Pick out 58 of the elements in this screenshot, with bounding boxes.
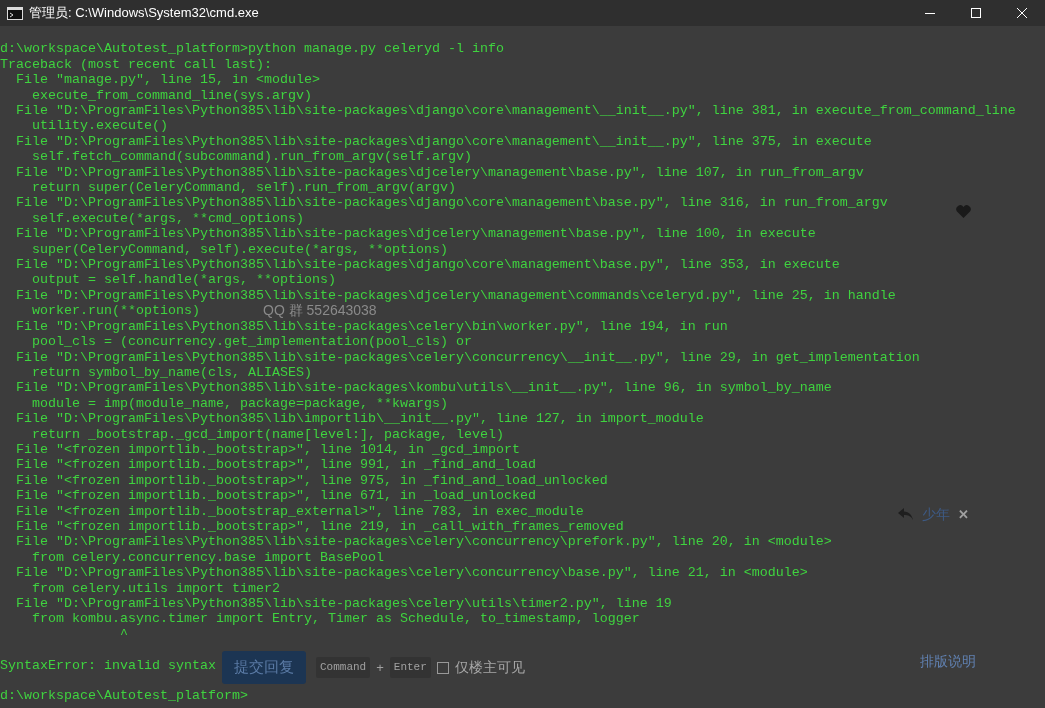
qq-group-text: QQ 群 552643038 bbox=[263, 303, 377, 319]
console-line: File "D:\ProgramFiles\Python385\lib\site-packages\celery\concurrency\base.py", line 21, in <module> bbox=[15, 565, 808, 581]
window-title: 管理员: C:\Windows\System32\cmd.exe bbox=[29, 4, 259, 23]
console-line: File "D:\ProgramFiles\Python385\lib\site-packages\celery\concurrency\prefork.py", line 20, in <module> bbox=[15, 534, 832, 550]
console-line: from celery.concurrency.base import BasePool bbox=[31, 549, 384, 565]
console-line: worker.run(**options) bbox=[31, 303, 200, 319]
console-line: from kombu.async.timer import Entry, Timer as Schedule, to_timestamp, logger bbox=[31, 611, 640, 627]
console-line: File "<frozen importlib._bootstrap>", line 991, in _find_and_load bbox=[15, 457, 536, 473]
heart-icon bbox=[956, 205, 971, 218]
submit-reply-button[interactable]: 提交回复 bbox=[222, 651, 306, 684]
console-line: File "manage.py", line 15, in <module> bbox=[15, 72, 320, 88]
console-line: File "<frozen importlib._bootstrap>", line 671, in _load_unlocked bbox=[15, 488, 536, 504]
shortcut-key: Command bbox=[316, 657, 371, 678]
reply-to-name[interactable]: 少年 bbox=[922, 504, 950, 525]
console-line: d:\workspace\Autotest_platform>python manage.py celeryd -l info bbox=[0, 41, 504, 57]
console-line: utility.execute() bbox=[31, 118, 168, 134]
console-line: return super(CeleryCommand, self).run_from_argv(argv) bbox=[31, 180, 456, 196]
console-line: execute_from_command_line(sys.argv) bbox=[31, 87, 312, 103]
console-line: File "<frozen importlib._bootstrap>", line 975, in _find_and_load_unlocked bbox=[15, 472, 608, 488]
plus-sign: + bbox=[376, 658, 384, 677]
console-line: module = imp(module_name, package=package, **kwargs) bbox=[31, 395, 448, 411]
console-line: File "<frozen importlib._bootstrap>", line 1014, in _gcd_import bbox=[15, 441, 520, 457]
close-icon bbox=[1017, 8, 1027, 18]
console-line: File "D:\ProgramFiles\Python385\lib\importlib\__init__.py", line 127, in import_module bbox=[15, 411, 704, 427]
console-line: File "D:\ProgramFiles\Python385\lib\site-packages\celery\utils\timer2.py", line 19 bbox=[15, 596, 672, 611]
console-line: from celery.utils import timer2 bbox=[31, 580, 280, 596]
console-line: Traceback (most recent call last): bbox=[0, 56, 272, 72]
console-line: return _bootstrap._gcd_import(name[level:], package, level) bbox=[31, 426, 504, 442]
console-line: File "D:\ProgramFiles\Python385\lib\site-packages\django\core\management\__init__.py", line 381, in execute_from_command_line bbox=[15, 103, 1016, 118]
console-line: File "D:\ProgramFiles\Python385\lib\site-packages\django\core\management\base.py", line 353, in execute bbox=[15, 257, 840, 273]
console-line: File "D:\ProgramFiles\Python385\lib\site-packages\django\core\management\base.py", line 316, in run_from_argv bbox=[15, 195, 888, 211]
console-line: File "<frozen importlib._bootstrap_external>", line 783, in exec_module bbox=[15, 503, 584, 519]
console-line: d:\workspace\Autotest_platform> bbox=[0, 688, 248, 704]
format-help-link[interactable]: 排版说明 bbox=[920, 651, 976, 672]
cancel-reply-button[interactable]: ✕ bbox=[958, 508, 969, 521]
console-line: SyntaxError: invalid syntax bbox=[0, 657, 216, 673]
console-line: File "D:\ProgramFiles\Python385\lib\site-packages\celery\concurrency\__init__.py", line 29, in get_implementation bbox=[15, 349, 920, 365]
owner-only-label[interactable]: 仅楼主可见 bbox=[454, 657, 525, 678]
console-line: File "D:\ProgramFiles\Python385\lib\site-packages\djcelery\management\commands\celeryd.py", line 25, in handle bbox=[15, 287, 896, 303]
console-icon bbox=[7, 6, 23, 20]
console-line: File "D:\ProgramFiles\Python385\lib\site-packages\django\core\management\__init__.py", line 375, in execute bbox=[15, 133, 872, 149]
shortcut-key: Enter bbox=[389, 657, 431, 678]
console-line: File "D:\ProgramFiles\Python385\lib\site-packages\kombu\utils\__init__.py", line 96, in symbol_by_name bbox=[15, 380, 832, 396]
console-line: return symbol_by_name(cls, ALIASES) bbox=[31, 364, 312, 380]
reply-icon bbox=[898, 508, 914, 521]
console-line: output = self.handle(*args, **options) bbox=[31, 272, 336, 288]
console-line: pool_cls = (concurrency.get_implementation(pool_cls) or bbox=[31, 334, 472, 350]
console-line: ^ bbox=[118, 626, 128, 642]
console-line: File "<frozen importlib._bootstrap>", line 219, in _call_with_frames_removed bbox=[15, 519, 624, 534]
console-line: self.execute(*args, **cmd_options) bbox=[31, 210, 304, 226]
console-line: File "D:\ProgramFiles\Python385\lib\site-packages\djcelery\management\base.py", line 107, in run_from_argv bbox=[15, 164, 864, 180]
console-line: File "D:\ProgramFiles\Python385\lib\site-packages\celery\bin\worker.py", line 194, in run bbox=[15, 318, 728, 334]
owner-only-checkbox[interactable] bbox=[436, 661, 449, 674]
console-line: self.fetch_command(subcommand).run_from_argv(self.argv) bbox=[31, 149, 472, 165]
minimize-icon bbox=[925, 12, 935, 14]
console-line: File "D:\ProgramFiles\Python385\lib\site-packages\djcelery\management\base.py", line 100, in execute bbox=[15, 226, 816, 242]
maximize-icon bbox=[971, 8, 981, 18]
console-line: super(CeleryCommand, self).execute(*args, **options) bbox=[31, 241, 448, 257]
